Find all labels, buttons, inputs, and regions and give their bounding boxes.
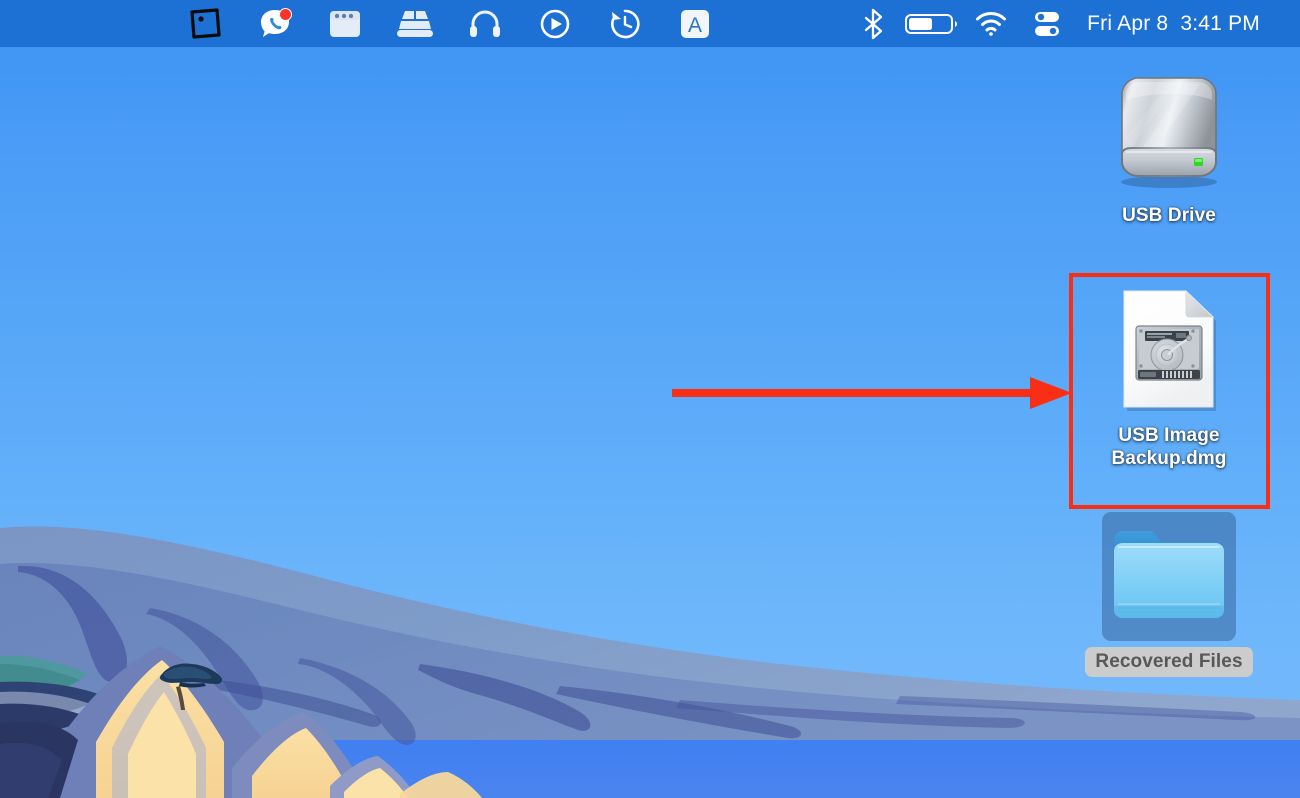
- disk-image-document-icon: [1123, 289, 1216, 411]
- messages-badge: [279, 7, 292, 21]
- menu-item-input-source[interactable]: A: [660, 0, 730, 47]
- menu-item-control-center[interactable]: [1019, 0, 1075, 47]
- external-drive-icon: [1121, 77, 1217, 188]
- time-machine-icon: [611, 9, 640, 38]
- desktop-icon-label: USB Drive: [1122, 205, 1216, 226]
- svg-text:A: A: [688, 14, 702, 37]
- folder-icon: [1114, 531, 1224, 618]
- menu-item-messages[interactable]: [240, 0, 310, 47]
- photo-booth-icon: [190, 7, 221, 39]
- menu-item-play[interactable]: [520, 0, 590, 47]
- menu-item-wifi[interactable]: [963, 0, 1019, 47]
- desktop-icon-label-line-2: Backup.dmg: [1111, 448, 1227, 470]
- menu-item-bluetooth[interactable]: [845, 0, 901, 47]
- desktop[interactable]: USB Drive USB Image Backup.dmg Recovered…: [0, 0, 1300, 798]
- menu-bar-clock[interactable]: Fri Apr 8 3:41 PM: [1075, 12, 1260, 36]
- desktop-icon-label-line-1: USB Image: [1118, 425, 1220, 446]
- headphones-icon: [470, 9, 500, 37]
- input-source-icon: A: [681, 9, 709, 38]
- menu-item-battery[interactable]: [901, 0, 963, 47]
- pointer-arrow-icon: [672, 377, 1072, 409]
- menu-item-window[interactable]: [310, 0, 380, 47]
- menu-bar-left-group: A: [0, 0, 730, 47]
- menu-bar-right-group: Fri Apr 8 3:41 PM: [845, 0, 1300, 47]
- menu-bar[interactable]: A Fri Apr 8 3:41 PM: [0, 0, 1300, 47]
- desktop-icon-label: USB Image Backup.dmg: [1111, 424, 1226, 470]
- battery-icon: [905, 13, 958, 34]
- menu-item-time-machine[interactable]: [590, 0, 660, 47]
- bluetooth-icon: [865, 8, 883, 39]
- icon-artwork-wrap: [1108, 66, 1230, 197]
- disk-stack-icon: [397, 10, 433, 37]
- desktop-icon-recovered-files[interactable]: Recovered Files: [1085, 512, 1253, 678]
- menu-item-headphones[interactable]: [450, 0, 520, 47]
- control-center-icon: [1035, 11, 1060, 36]
- desktop-icon-label: Recovered Files: [1085, 647, 1253, 678]
- icon-selection-highlight: [1102, 512, 1236, 641]
- play-circle-icon: [540, 9, 570, 38]
- window-icon: [330, 10, 360, 37]
- wifi-icon: [976, 11, 1007, 36]
- menu-item-disk-utility[interactable]: [380, 0, 450, 47]
- desktop-icon-usb-drive[interactable]: USB Drive: [1094, 66, 1244, 227]
- menu-item-photo-booth[interactable]: [170, 0, 240, 47]
- desktop-icon-usb-image-backup-dmg[interactable]: USB Image Backup.dmg: [1094, 288, 1244, 470]
- icon-artwork-wrap: [1119, 288, 1219, 417]
